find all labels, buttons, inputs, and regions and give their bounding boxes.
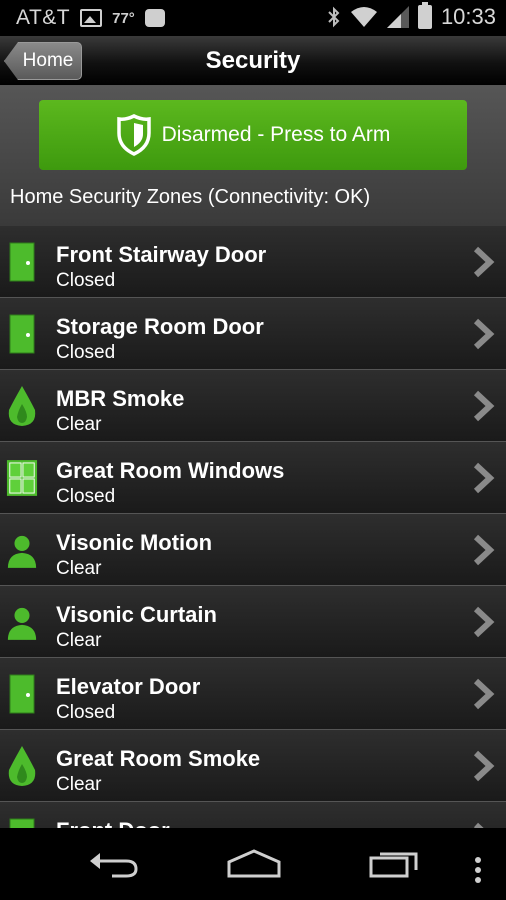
back-icon[interactable] (86, 848, 140, 878)
zone-row-front-stairway-door[interactable]: Front Stairway Door Closed (0, 226, 506, 298)
zone-row-elevator-door[interactable]: Elevator Door Closed (0, 658, 506, 730)
zone-row-visonic-curtain[interactable]: Visonic Curtain Clear (0, 586, 506, 658)
zone-name: Great Room Windows (56, 458, 285, 483)
wifi-icon (350, 7, 377, 27)
zone-name: Visonic Motion (56, 530, 213, 555)
chevron-right-icon (473, 462, 495, 494)
zone-name: Visonic Curtain (56, 602, 217, 627)
arm-button-label: Disarmed - Press to Arm (161, 123, 391, 146)
zone-name: Front Door (56, 818, 170, 828)
door-icon (6, 312, 38, 356)
zone-row-great-room-windows[interactable]: Great Room Windows Closed (0, 442, 506, 514)
zone-row-visonic-motion[interactable]: Visonic Motion Clear (0, 514, 506, 586)
security-header-panel: Disarmed - Press to Arm Home Security Zo… (0, 86, 506, 226)
chevron-right-icon (473, 678, 495, 710)
smoke-icon (6, 384, 38, 428)
door-icon (6, 672, 38, 716)
zone-status: Clear (56, 630, 102, 651)
chevron-right-icon (473, 318, 495, 350)
home-icon[interactable] (226, 848, 282, 878)
carrier-label: AT&T (16, 6, 71, 29)
door-icon (6, 816, 38, 828)
zone-list: Front Stairway Door Closed Storage Room … (0, 226, 506, 828)
bbm-notification-icon (144, 9, 165, 27)
chevron-right-icon (473, 606, 495, 638)
zone-name: Great Room Smoke (56, 746, 261, 771)
chevron-right-icon (473, 750, 495, 782)
zone-name: Front Stairway Door (56, 242, 267, 267)
image-notification-icon (80, 9, 103, 27)
zone-status: Clear (56, 414, 102, 435)
temperature-label: 77° (112, 9, 135, 27)
bluetooth-icon (328, 6, 340, 28)
smoke-icon (6, 744, 38, 788)
door-icon (6, 240, 38, 284)
zone-name: Storage Room Door (56, 314, 264, 339)
title-bar: Security Home (0, 36, 506, 86)
arm-button[interactable]: Disarmed - Press to Arm (39, 100, 467, 170)
menu-icon[interactable] (472, 856, 484, 884)
recent-apps-icon[interactable] (368, 848, 420, 878)
zone-row-great-room-smoke[interactable]: Great Room Smoke Clear (0, 730, 506, 802)
chevron-right-icon (473, 534, 495, 566)
zone-row-mbr-smoke[interactable]: MBR Smoke Clear (0, 370, 506, 442)
zone-row-storage-room-door[interactable]: Storage Room Door Closed (0, 298, 506, 370)
zone-name: Elevator Door (56, 674, 201, 699)
zone-name: MBR Smoke (56, 386, 185, 411)
zone-status: Clear (56, 774, 102, 795)
zones-heading: Home Security Zones (Connectivity: OK) (10, 186, 371, 208)
home-back-button[interactable]: Home (4, 42, 82, 80)
shield-icon (116, 114, 151, 156)
motion-icon (6, 600, 38, 644)
chevron-right-icon (473, 246, 495, 278)
zone-status: Closed (56, 702, 116, 723)
clock: 10:33 (440, 4, 496, 29)
chevron-right-icon (473, 390, 495, 422)
zone-status: Closed (56, 342, 116, 363)
battery-icon (417, 2, 432, 29)
zone-status: Closed (56, 270, 116, 291)
window-icon (6, 456, 38, 500)
navigation-bar (0, 828, 506, 900)
status-bar: AT&T 77° 10:33 (0, 0, 506, 36)
zone-status: Closed (56, 486, 116, 507)
zone-row-front-door[interactable]: Front Door (0, 802, 506, 828)
zone-status: Clear (56, 558, 102, 579)
signal-icon (386, 6, 409, 28)
motion-icon (6, 528, 38, 572)
